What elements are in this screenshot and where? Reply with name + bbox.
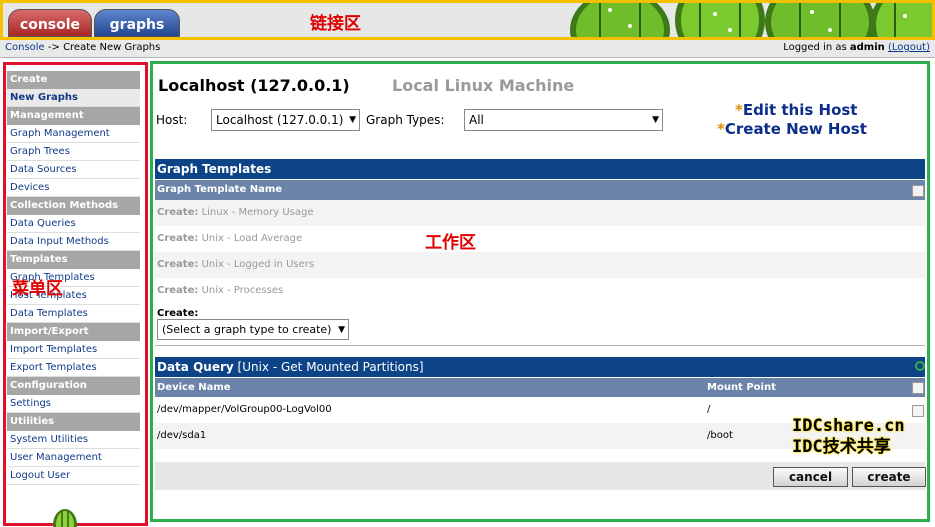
mount-point-column: Mount Point [707, 382, 776, 393]
menu-section-collection-methods: Collection Methods [7, 197, 140, 215]
sidebar-item-user-management[interactable]: User Management [7, 449, 140, 467]
mount-point-cell: / [707, 404, 711, 415]
graph-template-row[interactable]: Create: Unix - Load Average [155, 226, 925, 252]
menu-section-management: Management [7, 107, 140, 125]
sidebar-item-graph-trees[interactable]: Graph Trees [7, 143, 140, 161]
device-name-cell: /dev/sda1 [157, 430, 207, 441]
sidebar-item-data-input-methods[interactable]: Data Input Methods [7, 233, 140, 251]
graph-type-create-value: (Select a graph type to create) [162, 323, 332, 336]
menu-section-utilities: Utilities [7, 413, 140, 431]
cactus-icon [53, 509, 77, 527]
watermark: IDCshare.cn IDC技术共享 [792, 416, 905, 458]
link-zone-highlight [0, 0, 935, 40]
section-divider [155, 345, 925, 346]
create-new-host-link[interactable]: *Create New Host [717, 120, 867, 138]
data-query-header: Data Query [Unix - Get Mounted Partition… [155, 357, 925, 377]
sidebar-item-logout-user[interactable]: Logout User [7, 467, 140, 485]
login-prefix: Logged in as [783, 42, 850, 53]
chevron-down-icon: ▼ [652, 115, 659, 125]
select-all-templates-checkbox[interactable] [912, 185, 924, 197]
graph-template-row[interactable]: Create: Unix - Logged in Users [155, 252, 925, 278]
graph-template-row[interactable]: Create: Unix - Processes [155, 278, 925, 304]
login-username: admin [849, 42, 885, 53]
chevron-down-icon: ▼ [338, 325, 345, 335]
graph-template-column-header: Graph Template Name [155, 180, 925, 200]
sidebar-item-settings[interactable]: Settings [7, 395, 140, 413]
data-query-column-header: Device Name Mount Point [155, 378, 925, 397]
sidebar-item-graph-management[interactable]: Graph Management [7, 125, 140, 143]
menu-section-templates: Templates [7, 251, 140, 269]
graph-template-name-column: Graph Template Name [157, 184, 283, 195]
breadcrumb-console-link[interactable]: Console [5, 42, 45, 53]
reload-query-icon[interactable] [915, 361, 925, 371]
menu-section-import-export: Import/Export [7, 323, 140, 341]
graph-template-name: Linux - Memory Usage [201, 207, 314, 218]
create-prefix: Create: [157, 207, 199, 218]
menu-zone-annotation: 菜单区 [12, 279, 63, 299]
sidebar-item-data-templates[interactable]: Data Templates [7, 305, 140, 323]
graph-template-row[interactable]: Create: Linux - Memory Usage [155, 200, 925, 226]
create-prefix: Create: [157, 259, 199, 270]
menu-section-configuration: Configuration [7, 377, 140, 395]
sidebar-item-new-graphs[interactable]: New Graphs [7, 89, 140, 107]
login-status: Logged in as admin (Logout) [783, 42, 930, 53]
select-all-partitions-checkbox[interactable] [912, 382, 924, 394]
create-prefix: Create: [157, 285, 199, 296]
data-query-name: [Unix - Get Mounted Partitions] [237, 360, 424, 374]
partition-checkbox[interactable] [912, 405, 924, 417]
graph-template-name: Unix - Logged in Users [201, 259, 315, 270]
edit-host-label: Edit this Host [742, 101, 858, 119]
breadcrumb: Console -> Create New Graphs [5, 42, 160, 53]
sidebar-item-data-sources[interactable]: Data Sources [7, 161, 140, 179]
logout-link[interactable]: (Logout) [888, 42, 930, 53]
host-description: Local Linux Machine [392, 76, 575, 95]
host-title: Localhost (127.0.0.1) [158, 76, 350, 95]
create-graph-type-label: Create: [157, 308, 199, 319]
edit-host-link[interactable]: *Edit this Host [735, 101, 857, 119]
create-button[interactable]: create [852, 467, 926, 487]
chevron-down-icon: ▼ [349, 115, 356, 125]
graph-types-select-value: All [469, 113, 484, 127]
host-label: Host: [156, 113, 188, 127]
breadcrumb-separator: -> [44, 42, 64, 53]
host-select[interactable]: Localhost (127.0.0.1) ▼ [211, 109, 360, 131]
star-icon: * [735, 101, 743, 119]
watermark-line-2: IDC技术共享 [792, 437, 891, 457]
sidebar-item-export-templates[interactable]: Export Templates [7, 359, 140, 377]
create-prefix: Create: [157, 233, 199, 244]
work-zone-annotation: 工作区 [425, 233, 476, 253]
device-name-cell: /dev/mapper/VolGroup00-LogVol00 [157, 404, 332, 415]
device-name-column: Device Name [157, 382, 231, 393]
host-select-value: Localhost (127.0.0.1) [216, 113, 344, 127]
graph-types-label: Graph Types: [366, 113, 445, 127]
sidebar-item-import-templates[interactable]: Import Templates [7, 341, 140, 359]
create-host-label: Create New Host [724, 120, 867, 138]
menu-section-create: Create [7, 71, 140, 89]
cancel-button[interactable]: cancel [773, 467, 848, 487]
graph-type-create-select[interactable]: (Select a graph type to create) ▼ [157, 319, 349, 340]
watermark-line-1: IDCshare.cn [792, 416, 905, 436]
sidebar-item-data-queries[interactable]: Data Queries [7, 215, 140, 233]
sidebar-item-devices[interactable]: Devices [7, 179, 140, 197]
graph-templates-header: Graph Templates [155, 159, 925, 179]
graph-types-select[interactable]: All ▼ [464, 109, 663, 131]
graph-template-name: Unix - Processes [201, 285, 284, 296]
breadcrumb-current: Create New Graphs [63, 42, 161, 53]
graph-template-name: Unix - Load Average [201, 233, 303, 244]
mount-point-cell: /boot [707, 430, 733, 441]
data-query-title: Data Query [157, 360, 234, 374]
sidebar-item-system-utilities[interactable]: System Utilities [7, 431, 140, 449]
star-icon: * [717, 120, 725, 138]
